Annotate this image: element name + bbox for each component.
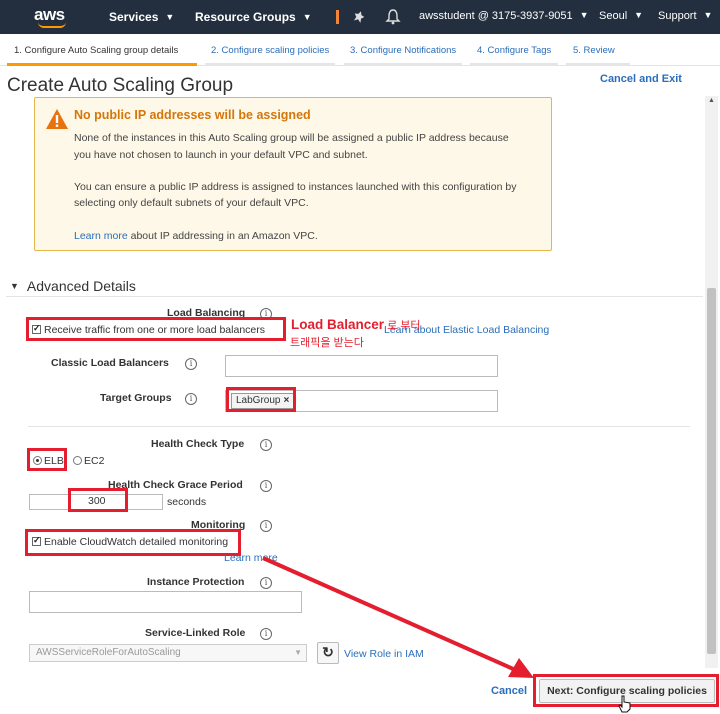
annotation-title-main: Load Balancer [291, 317, 385, 332]
chevron-down-icon: ▼ [703, 10, 713, 20]
warning-text-line: selecting only default subnets of your d… [74, 197, 309, 209]
pin-icon[interactable] [350, 8, 368, 26]
warning-text-line: you have not chosen to launch in your de… [74, 149, 368, 161]
step-scaling-policies[interactable]: 2. Configure scaling policies [211, 45, 329, 56]
top-nav-bar: aws Services ▼ Resource Groups ▼ awsstuden… [0, 0, 720, 34]
refresh-icon[interactable]: ↻ [317, 642, 339, 664]
radio-ec2[interactable]: EC2 [73, 455, 104, 467]
grace-period-unit: seconds [167, 496, 207, 508]
resource-groups-label: Resource Groups [195, 10, 296, 24]
account-label: awsstudent @ 3175-3937-9051 [419, 10, 573, 22]
wizard-steps: 1. Configure Auto Scaling group details … [0, 34, 720, 66]
info-icon[interactable]: i [185, 393, 197, 405]
view-role-in-iam-link[interactable]: View Role in IAM [344, 648, 424, 660]
warning-alert: No public IP addresses will be assigned … [34, 97, 552, 251]
warning-learn-line: Learn more about IP addressing in an Ama… [74, 228, 544, 244]
service-linked-role-select[interactable]: AWSServiceRoleForAutoScaling ▼ [29, 644, 307, 662]
step-underline [344, 63, 462, 66]
instance-protection-select[interactable] [29, 591, 302, 613]
warning-text-line: You can ensure a public IP address is as… [74, 181, 517, 193]
chevron-down-icon: ▼ [165, 12, 175, 22]
region-label: Seoul [599, 10, 628, 22]
chevron-down-icon: ▼ [302, 12, 312, 22]
health-check-type-label: Health Check Type [151, 438, 245, 450]
info-icon[interactable]: i [260, 628, 272, 640]
instance-protection-label: Instance Protection [147, 576, 245, 588]
scroll-up-icon[interactable]: ▲ [705, 96, 718, 106]
highlight-box [68, 488, 128, 512]
support-label: Support [658, 10, 697, 22]
monitoring-learn-more-link[interactable]: Learn more [224, 552, 278, 564]
account-menu[interactable]: awsstudent @ 3175-3937-9051 ▼ [419, 10, 589, 22]
info-icon[interactable]: i [260, 520, 272, 532]
info-icon[interactable]: i [185, 358, 197, 370]
bell-icon[interactable] [384, 8, 402, 26]
step-configure-group[interactable]: 1. Configure Auto Scaling group details [14, 45, 178, 56]
caret-down-icon: ▼ [10, 281, 19, 291]
highlight-box [27, 448, 67, 471]
step-review[interactable]: 5. Review [573, 45, 615, 56]
annotation-title: Load Balancer 로 부터 [291, 317, 421, 333]
target-groups-label: Target Groups [100, 392, 172, 404]
shortcut-bar-indicator [336, 10, 339, 24]
warning-title: No public IP addresses will be assigned [74, 108, 311, 122]
page-title: Create Auto Scaling Group [7, 75, 234, 96]
aws-smile-icon [38, 22, 66, 28]
radio-ec2-label: EC2 [84, 455, 105, 467]
highlight-box [226, 387, 296, 412]
info-icon[interactable]: i [260, 480, 272, 492]
services-menu[interactable]: Services ▼ [109, 10, 174, 24]
annotation-title-suffix: 로 부터 [384, 320, 421, 332]
classic-lb-label: Classic Load Balancers [51, 357, 169, 369]
scrollbar-thumb[interactable] [707, 288, 716, 654]
cancel-button[interactable]: Cancel [491, 685, 527, 697]
highlight-box [25, 529, 241, 556]
step-underline [470, 63, 558, 66]
active-step-underline [7, 63, 197, 66]
advanced-details-toggle[interactable]: ▼ Advanced Details [10, 278, 136, 294]
advanced-details-title: Advanced Details [26, 278, 136, 294]
mouse-cursor-icon [618, 695, 631, 713]
warning-icon [46, 109, 68, 129]
service-linked-role-label: Service-Linked Role [145, 627, 246, 639]
step-underline [566, 63, 630, 66]
region-menu[interactable]: Seoul ▼ [599, 10, 643, 22]
info-icon[interactable]: i [260, 577, 272, 589]
step-underline [205, 63, 335, 66]
step-tags[interactable]: 4. Configure Tags [477, 45, 551, 56]
scrollbar[interactable]: ▲ [705, 96, 718, 668]
resource-groups-menu[interactable]: Resource Groups ▼ [195, 10, 312, 24]
chevron-down-icon: ▼ [579, 10, 589, 20]
learn-more-link[interactable]: Learn more [74, 230, 128, 242]
warning-text-line: None of the instances in this Auto Scali… [74, 132, 509, 144]
annotation-subtitle: 트래픽을 받는다 [290, 337, 364, 349]
info-icon[interactable]: i [260, 439, 272, 451]
classic-lb-input[interactable] [225, 355, 498, 377]
highlight-box [26, 317, 286, 341]
learn-more-suffix: about IP addressing in an Amazon VPC. [130, 230, 318, 242]
radio-unselected[interactable] [73, 456, 82, 465]
step-notifications[interactable]: 3. Configure Notifications [350, 45, 456, 56]
service-linked-role-value: AWSServiceRoleForAutoScaling [36, 647, 181, 658]
grace-period-label: Health Check Grace Period [108, 479, 243, 491]
divider [28, 426, 690, 427]
chevron-down-icon: ▼ [294, 648, 302, 657]
services-label: Services [109, 10, 159, 24]
support-menu[interactable]: Support ▼ [658, 10, 712, 22]
divider [6, 296, 703, 297]
aws-logo[interactable]: aws [34, 5, 74, 29]
cancel-and-exit-link[interactable]: Cancel and Exit [600, 73, 682, 85]
chevron-down-icon: ▼ [634, 10, 644, 20]
